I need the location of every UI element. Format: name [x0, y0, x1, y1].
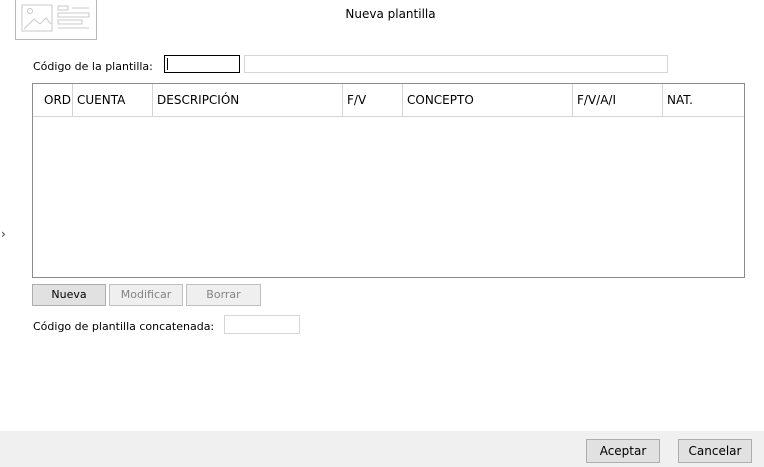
- text-caret: [167, 58, 168, 70]
- column-header-descripcion[interactable]: DESCRIPCIÓN: [153, 84, 343, 116]
- column-header-fv[interactable]: F/V: [343, 84, 403, 116]
- column-header-concepto[interactable]: CONCEPTO: [403, 84, 573, 116]
- new-line-button[interactable]: Nueva: [32, 284, 106, 306]
- delete-line-button[interactable]: Borrar: [186, 284, 261, 306]
- chevron-right-icon[interactable]: ›: [1, 227, 6, 241]
- chained-template-code-input[interactable]: [224, 315, 300, 334]
- accept-button[interactable]: Aceptar: [586, 439, 660, 463]
- template-code-label: Código de la plantilla:: [33, 60, 153, 73]
- dialog-title: Nueva plantilla: [345, 7, 436, 21]
- template-code-input[interactable]: [164, 55, 240, 73]
- new-template-dialog: Nueva plantilla Código de la plantilla: …: [0, 0, 764, 467]
- template-description-input[interactable]: [244, 55, 668, 73]
- grid-body[interactable]: [33, 117, 744, 277]
- column-header-nat[interactable]: NAT.: [663, 84, 744, 116]
- modify-line-button[interactable]: Modificar: [109, 284, 183, 306]
- column-header-cuenta[interactable]: CUENTA: [73, 84, 153, 116]
- template-lines-grid[interactable]: ORD CUENTA DESCRIPCIÓN F/V CONCEPTO F/V/…: [32, 83, 745, 278]
- chained-template-code-label: Código de plantilla concatenada:: [33, 320, 215, 333]
- column-header-ord[interactable]: ORD: [33, 84, 73, 116]
- column-header-fvai[interactable]: F/V/A/I: [573, 84, 663, 116]
- grid-header: ORD CUENTA DESCRIPCIÓN F/V CONCEPTO F/V/…: [33, 84, 744, 117]
- cancel-button[interactable]: Cancelar: [678, 439, 752, 463]
